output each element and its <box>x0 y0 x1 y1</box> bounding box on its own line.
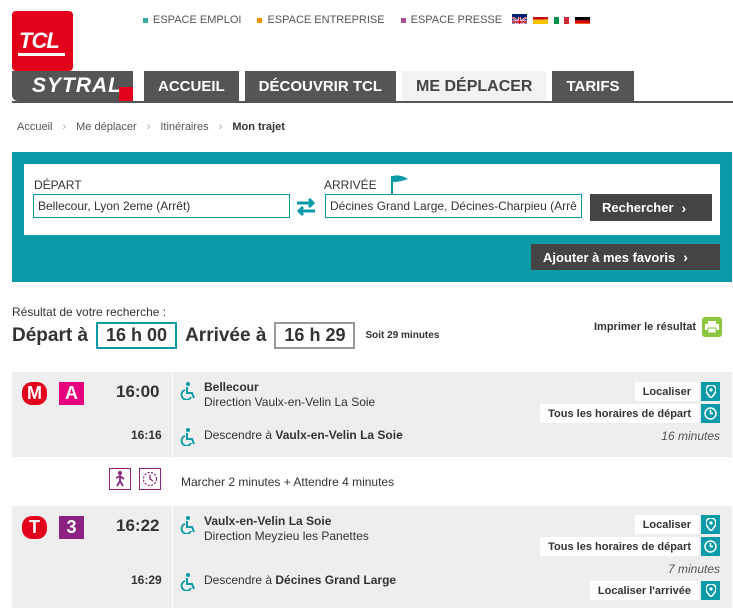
chevron-right-icon: › <box>146 121 151 133</box>
leg-end-time: 16:16 <box>131 428 162 442</box>
square-icon <box>257 17 263 23</box>
de-flag-icon[interactable] <box>575 14 590 24</box>
arrivee-time: 16 h 29 <box>274 322 356 349</box>
top-links: ESPACE EMPLOI ESPACE ENTREPRISE ESPACE P… <box>143 14 502 26</box>
tab-decouvrir-tcl[interactable]: DÉCOUVRIR TCL <box>244 71 397 102</box>
leg-end-time: 16:29 <box>131 573 162 587</box>
wheelchair-icon <box>180 382 195 400</box>
breadcrumb: Accueil › Me déplacer › Itinéraires › Mo… <box>17 121 285 133</box>
es-flag-icon[interactable] <box>533 14 548 24</box>
leg-start-time: 16:00 <box>116 382 160 401</box>
depart-prefix: Départ à <box>12 324 89 346</box>
stop-direction: Direction Meyzieu les Panettes <box>204 529 369 543</box>
square-icon <box>400 17 406 23</box>
horaires-button[interactable]: Tous les horaires de départ <box>540 537 720 556</box>
tram-icon: T <box>22 516 47 539</box>
nav-divider <box>12 101 733 103</box>
alight-stop: Vaulx-en-Velin La Soie <box>275 428 403 442</box>
tab-tarifs[interactable]: TARIFS <box>552 71 634 102</box>
breadcrumb-itineraires[interactable]: Itinéraires <box>160 121 208 133</box>
walk-text: Marcher 2 minutes + Attendre 4 minutes <box>181 475 395 489</box>
en-flag-icon[interactable] <box>512 14 527 24</box>
itinerary-leg: T 3 16:22 16:29 Vaulx-en-Velin La Soie D… <box>12 506 732 608</box>
wheelchair-icon <box>180 428 195 446</box>
timer-icon <box>139 468 161 490</box>
depart-input[interactable]: Bellecour, Lyon 2eme (Arrêt) <box>33 194 290 218</box>
depart-time: 16 h 00 <box>96 322 178 349</box>
alight-info: Descendre à Vaulx-en-Velin La Soie <box>204 428 403 442</box>
line-a-badge: A <box>59 382 84 405</box>
leg-duration: 16 minutes <box>661 429 720 443</box>
search-button-label: Rechercher <box>602 200 674 215</box>
tab-accueil[interactable]: ACCUEIL <box>144 71 239 102</box>
search-form: DÉPART Bellecour, Lyon 2eme (Arrêt) ARRI… <box>24 164 720 235</box>
walk-transfer: Marcher 2 minutes + Attendre 4 minutes <box>12 458 732 504</box>
results-times: Départ à 16 h 00 Arrivée à 16 h 29 Soit … <box>12 322 439 349</box>
it-flag-icon[interactable] <box>554 14 569 24</box>
add-favorites-button[interactable]: Ajouter à mes favoris › <box>531 244 720 270</box>
localiser-arrivee-button[interactable]: Localiser l'arrivée <box>589 581 720 600</box>
breadcrumb-current: Mon trajet <box>232 121 285 133</box>
arrivee-input[interactable]: Décines Grand Large, Décines-Charpieu (A… <box>325 194 582 218</box>
stop-info: Bellecour Direction Vaulx-en-Velin La So… <box>204 380 375 410</box>
clock-icon <box>701 404 720 423</box>
sytral-logo[interactable]: SYTRAL <box>12 71 133 101</box>
add-favorites-label: Ajouter à mes favoris <box>543 249 676 265</box>
chevron-right-icon: › <box>62 121 67 133</box>
square-icon <box>143 17 148 23</box>
localiser-button[interactable]: Localiser <box>634 382 720 401</box>
link-espace-emploi[interactable]: ESPACE EMPLOI <box>143 14 241 26</box>
map-pin-icon <box>701 515 720 534</box>
total-duration: Soit 29 minutes <box>365 330 440 341</box>
wheelchair-icon <box>180 573 195 591</box>
language-selector <box>512 14 590 24</box>
leg-start-time: 16:22 <box>116 516 160 535</box>
sytral-red-square <box>119 87 133 101</box>
leg-divider <box>172 372 173 457</box>
logo-text: TCL <box>19 28 60 53</box>
localiser-button[interactable]: Localiser <box>634 515 720 534</box>
logo-underline <box>18 53 65 56</box>
wheelchair-icon <box>180 516 195 534</box>
link-espace-presse[interactable]: ESPACE PRESSE <box>400 14 502 26</box>
breadcrumb-accueil[interactable]: Accueil <box>17 121 52 133</box>
stop-info: Vaulx-en-Velin La Soie Direction Meyzieu… <box>204 514 369 544</box>
flag-icon <box>391 175 408 194</box>
arrivee-prefix: Arrivée à <box>185 324 267 346</box>
pedestrian-icon <box>109 468 131 490</box>
swap-icon[interactable] <box>293 195 319 219</box>
link-espace-entreprise[interactable]: ESPACE ENTREPRISE <box>257 14 385 26</box>
leg-divider <box>172 506 173 608</box>
chevron-right-icon: › <box>683 249 688 265</box>
search-button[interactable]: Rechercher › <box>590 194 712 221</box>
arrivee-label: ARRIVÉE <box>324 178 377 192</box>
search-panel: DÉPART Bellecour, Lyon 2eme (Arrêt) ARRI… <box>12 152 732 282</box>
line-3-badge: 3 <box>59 516 84 539</box>
sytral-brand-text: SYTRAL <box>32 74 122 97</box>
breadcrumb-me-deplacer[interactable]: Me déplacer <box>76 121 137 133</box>
chevron-right-icon: › <box>681 199 687 216</box>
stop-name: Bellecour <box>204 380 259 394</box>
results-label: Résultat de votre recherche : <box>12 305 167 319</box>
clock-icon <box>701 537 720 556</box>
alight-stop: Décines Grand Large <box>275 573 397 587</box>
main-nav: ACCUEIL DÉCOUVRIR TCL ME DÉPLACER TARIFS <box>144 71 634 102</box>
itinerary-leg: M A 16:00 16:16 Bellecour Direction Vaul… <box>12 372 732 457</box>
stop-name: Vaulx-en-Velin La Soie <box>204 514 332 528</box>
depart-label: DÉPART <box>34 178 82 192</box>
leg-duration: 7 minutes <box>667 562 720 576</box>
map-pin-icon <box>701 581 720 600</box>
alight-info: Descendre à Décines Grand Large <box>204 573 397 587</box>
map-pin-icon <box>701 382 720 401</box>
tab-me-deplacer[interactable]: ME DÉPLACER <box>402 71 547 102</box>
horaires-button[interactable]: Tous les horaires de départ <box>540 404 720 423</box>
stop-direction: Direction Vaulx-en-Velin La Soie <box>204 395 376 409</box>
tcl-logo[interactable]: TCL <box>12 11 73 71</box>
chevron-right-icon: › <box>218 121 223 133</box>
print-button[interactable]: Imprimer le résultat <box>594 317 723 337</box>
metro-icon: M <box>22 382 47 405</box>
printer-icon <box>702 317 723 337</box>
print-label: Imprimer le résultat <box>594 321 697 333</box>
